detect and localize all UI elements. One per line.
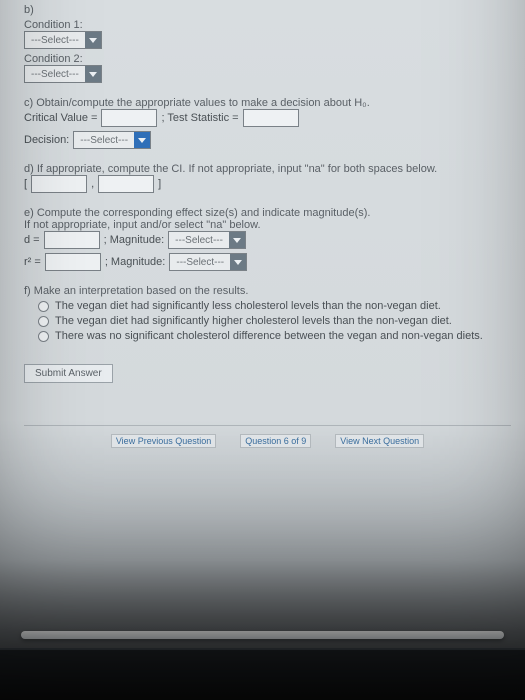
condition2-select-value: ---Select--- [25, 66, 85, 82]
part-f: f) Make an interpretation based on the r… [24, 285, 511, 342]
part-b-label: b) [24, 4, 511, 16]
decision-select-value: ---Select--- [74, 132, 134, 148]
chevron-down-icon [85, 32, 101, 48]
prev-question-button[interactable]: View Previous Question [111, 434, 216, 448]
condition1-select-value: ---Select--- [25, 32, 85, 48]
critical-value-label: Critical Value = [24, 112, 97, 124]
radio-icon [38, 301, 49, 312]
part-d-prompt: d) If appropriate, compute the CI. If no… [24, 163, 511, 175]
interp-option-2[interactable]: The vegan diet had significantly higher … [38, 315, 511, 327]
part-e-prompt: e) Compute the corresponding effect size… [24, 207, 511, 219]
part-c: c) Obtain/compute the appropriate values… [24, 97, 511, 149]
part-b: b) Condition 1: ---Select--- Condition 2… [24, 4, 511, 83]
decision-select[interactable]: ---Select--- [73, 131, 151, 149]
d-magnitude-value: ---Select--- [169, 232, 229, 248]
r2-magnitude-value: ---Select--- [170, 254, 230, 270]
ci-upper-input[interactable] [98, 175, 154, 193]
r2-magnitude-select[interactable]: ---Select--- [169, 253, 247, 271]
chevron-down-icon [229, 232, 245, 248]
comma: , [91, 178, 94, 190]
part-e-sub: If not appropriate, input and/or select … [24, 219, 511, 231]
part-e: e) Compute the corresponding effect size… [24, 207, 511, 271]
question-position: Question 6 of 9 [240, 434, 311, 448]
critical-value-input[interactable] [101, 109, 157, 127]
bracket-open: [ [24, 178, 27, 190]
interp-option-3-label: There was no significant cholesterol dif… [55, 330, 483, 342]
chevron-down-icon [230, 254, 246, 270]
quiz-form: b) Condition 1: ---Select--- Condition 2… [0, 0, 525, 458]
condition2-select[interactable]: ---Select--- [24, 65, 102, 83]
stylus-overlay [0, 628, 525, 642]
d-input[interactable] [44, 231, 100, 249]
r2-label: r² = [24, 256, 41, 268]
submit-button[interactable]: Submit Answer [24, 364, 113, 383]
chevron-down-icon [85, 66, 101, 82]
ci-lower-input[interactable] [31, 175, 87, 193]
interp-option-3[interactable]: There was no significant cholesterol dif… [38, 330, 511, 342]
interp-option-2-label: The vegan diet had significantly higher … [55, 315, 452, 327]
d-label: d = [24, 234, 40, 246]
condition2-label: Condition 2: [24, 53, 511, 65]
next-question-button[interactable]: View Next Question [335, 434, 424, 448]
magnitude-label-1: ; Magnitude: [104, 234, 165, 246]
condition1-select[interactable]: ---Select--- [24, 31, 102, 49]
decision-label: Decision: [24, 134, 69, 146]
magnitude-label-2: ; Magnitude: [105, 256, 166, 268]
d-magnitude-select[interactable]: ---Select--- [168, 231, 246, 249]
radio-icon [38, 331, 49, 342]
question-nav: View Previous Question Question 6 of 9 V… [24, 425, 511, 448]
test-statistic-input[interactable] [243, 109, 299, 127]
r2-input[interactable] [45, 253, 101, 271]
condition1-label: Condition 1: [24, 19, 511, 31]
interp-option-1-label: The vegan diet had significantly less ch… [55, 300, 441, 312]
bracket-close: ] [158, 178, 161, 190]
radio-icon [38, 316, 49, 327]
part-f-prompt: f) Make an interpretation based on the r… [24, 285, 511, 297]
part-d: d) If appropriate, compute the CI. If no… [24, 163, 511, 193]
chevron-down-icon [134, 132, 150, 148]
test-statistic-label: ; Test Statistic = [161, 112, 238, 124]
interp-option-1[interactable]: The vegan diet had significantly less ch… [38, 300, 511, 312]
part-c-prompt: c) Obtain/compute the appropriate values… [24, 97, 511, 109]
device-bezel [0, 648, 525, 700]
